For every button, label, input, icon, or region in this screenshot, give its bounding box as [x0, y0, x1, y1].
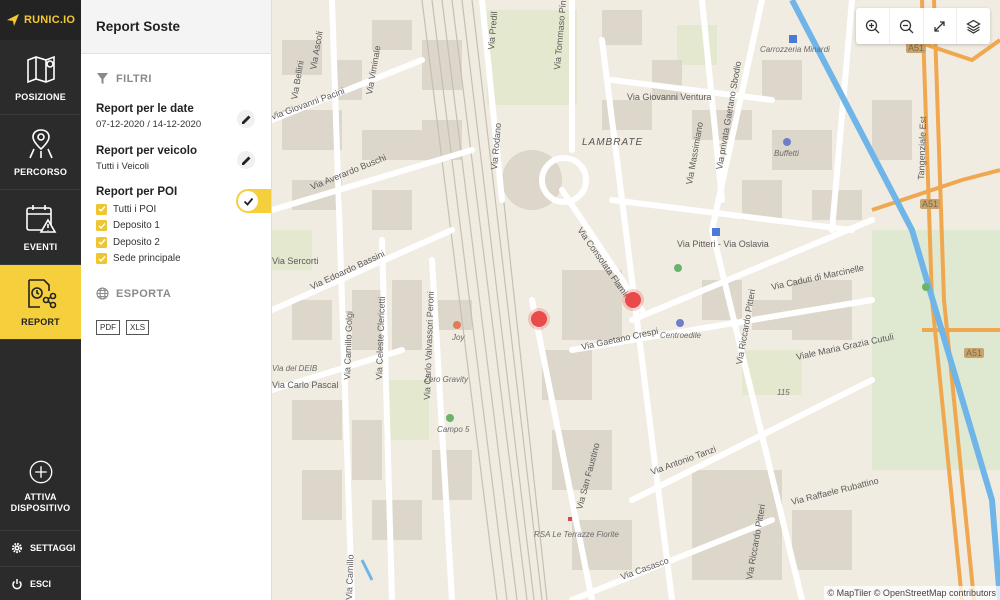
svg-text:LAMBRATE: LAMBRATE — [582, 137, 643, 148]
svg-text:Via Sercorti: Via Sercorti — [272, 256, 318, 266]
page-title: Report Soste — [81, 0, 271, 54]
filters-label: FILTRI — [116, 72, 152, 85]
svg-text:Via Camillo Golgi: Via Camillo Golgi — [342, 311, 354, 380]
plus-circle-icon — [29, 460, 52, 484]
map-controls — [856, 8, 990, 44]
power-icon — [12, 578, 22, 589]
nav-label: REPORT — [21, 316, 60, 327]
edit-date-button[interactable] — [237, 110, 255, 128]
check-icon-wrap — [238, 191, 258, 211]
logo-icon — [7, 14, 19, 26]
layers-icon — [966, 19, 981, 34]
export-buttons: PDF XLS — [96, 320, 150, 335]
svg-text:Via Massimiano: Via Massimiano — [684, 121, 705, 185]
svg-text:Via del DEIB: Via del DEIB — [272, 364, 318, 373]
settings-button[interactable]: SETTAGGI — [0, 530, 81, 564]
svg-text:A51: A51 — [908, 43, 924, 53]
poi-option-label: Deposito 2 — [113, 236, 160, 248]
checkbox-checked-icon — [96, 253, 107, 265]
svg-text:115: 115 — [777, 388, 790, 397]
checkbox-checked-icon — [96, 236, 107, 248]
globe-icon — [96, 287, 109, 300]
svg-text:Via Pitteri - Via Oslavia: Via Pitteri - Via Oslavia — [677, 239, 769, 249]
map-attribution[interactable]: © MapTiler © OpenStreetMap contributors — [823, 586, 1000, 600]
svg-text:RSA Le Terrazze Fiorite: RSA Le Terrazze Fiorite — [534, 530, 619, 539]
activate-label-line2: DISPOSITIVO — [10, 503, 71, 513]
poi-confirm-button[interactable] — [236, 189, 271, 213]
zoom-out-icon — [899, 19, 914, 33]
svg-text:Via Viminale: Via Viminale — [364, 45, 382, 96]
fullscreen-button[interactable] — [924, 8, 958, 44]
route-icon — [28, 128, 53, 158]
svg-text:Via Giovanni Ventura: Via Giovanni Ventura — [627, 92, 711, 102]
export-section-title: ESPORTA — [96, 287, 171, 300]
svg-text:Via Edoardo Bassini: Via Edoardo Bassini — [309, 249, 387, 292]
activate-device-button[interactable]: ATTIVA DISPOSITIVO — [0, 450, 81, 522]
fullscreen-icon — [934, 20, 946, 32]
svg-text:Campo 5: Campo 5 — [437, 425, 470, 434]
calendar-alert-icon — [25, 204, 56, 233]
export-pdf-button[interactable]: PDF — [96, 320, 120, 335]
svg-text:Via Carlo Pascal: Via Carlo Pascal — [272, 380, 338, 390]
nav-item-report[interactable]: REPORT — [0, 265, 81, 340]
svg-text:A51: A51 — [922, 199, 938, 209]
poi-option-label: Sede principale — [113, 253, 181, 265]
poi-option-deposito-2[interactable]: Deposito 2 — [96, 234, 266, 251]
export-xls-button[interactable]: XLS — [126, 320, 150, 335]
svg-text:Joy: Joy — [451, 333, 465, 342]
poi-option-label: Tutti i POI — [113, 203, 157, 215]
nav-label: POSIZIONE — [15, 91, 66, 102]
nav-item-percorso[interactable]: PERCORSO — [0, 115, 81, 190]
map-view[interactable]: LAMBRATE Via Predil Via Tommaso Pini Via… — [272, 0, 1000, 600]
side-nav: RUNIC.IO POSIZIONE PERCORSO EVENTI REPOR… — [0, 0, 81, 600]
layers-button[interactable] — [957, 8, 990, 44]
svg-text:A51: A51 — [966, 348, 982, 358]
nav-item-posizione[interactable]: POSIZIONE — [0, 40, 81, 115]
funnel-icon — [97, 73, 108, 84]
logo-text: RUNIC.IO — [24, 14, 76, 26]
edit-vehicle-button[interactable] — [237, 151, 255, 169]
poi-option-sede-principale[interactable]: Sede principale — [96, 251, 266, 268]
gear-icon — [11, 542, 23, 553]
nav-item-eventi[interactable]: EVENTI — [0, 190, 81, 265]
nav-label: PERCORSO — [13, 166, 68, 177]
nav-label: EVENTI — [23, 241, 58, 252]
svg-text:Via Camillo: Via Camillo — [344, 554, 356, 600]
svg-text:Via Ascoli: Via Ascoli — [308, 30, 325, 70]
logout-button[interactable]: ESCI — [0, 566, 81, 600]
svg-text:Buffetti: Buffetti — [774, 149, 799, 158]
svg-text:Via Raffaele Rubattino: Via Raffaele Rubattino — [790, 476, 879, 507]
zoom-out-button[interactable] — [890, 8, 924, 44]
check-icon — [243, 197, 253, 206]
stop-marker-1[interactable] — [531, 311, 547, 327]
poi-option-label: Deposito 1 — [113, 220, 160, 232]
map-icon — [26, 55, 55, 83]
zoom-in-icon — [865, 19, 880, 33]
svg-text:Carrozzeria Minardi: Carrozzeria Minardi — [760, 45, 830, 54]
stop-marker-2[interactable] — [625, 292, 641, 308]
report-icon — [27, 278, 56, 308]
pencil-icon — [241, 115, 250, 124]
app-logo[interactable]: RUNIC.IO — [0, 0, 81, 40]
svg-text:Zero Gravity: Zero Gravity — [423, 375, 469, 384]
checkbox-checked-icon — [96, 203, 107, 215]
activate-label-line1: ATTIVA — [24, 492, 57, 502]
pencil-icon — [241, 156, 250, 165]
zoom-in-button[interactable] — [856, 8, 890, 44]
checkbox-checked-icon — [96, 220, 107, 232]
filters-section-title: FILTRI — [96, 72, 152, 85]
svg-text:Centroedile: Centroedile — [660, 331, 701, 340]
poi-option-deposito-1[interactable]: Deposito 1 — [96, 218, 266, 235]
settings-label: SETTAGGI — [30, 542, 76, 553]
filter-panel: Report Soste FILTRI Report per le date 0… — [81, 0, 272, 600]
logout-label: ESCI — [30, 578, 52, 589]
export-label: ESPORTA — [116, 287, 172, 300]
